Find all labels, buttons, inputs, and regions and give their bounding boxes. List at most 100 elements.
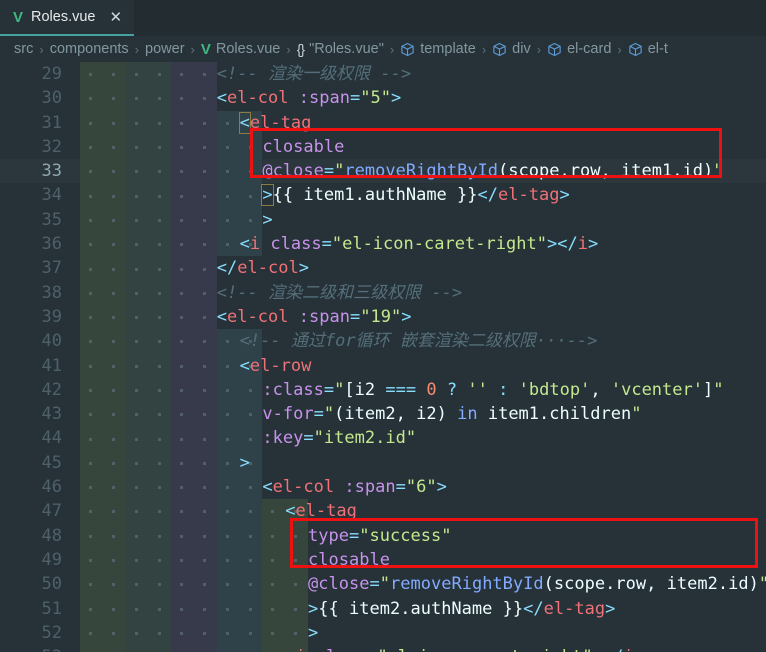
indent-guides xyxy=(80,645,308,652)
code-token: <!-- 通过for循环 嵌套渲染二级权限···--> xyxy=(239,331,598,352)
code-line[interactable]: 45 > xyxy=(0,450,766,476)
line-number: 53 xyxy=(0,645,76,652)
code-token: " xyxy=(631,404,642,425)
breadcrumb-item-power[interactable]: power xyxy=(145,41,185,57)
code-line[interactable]: 43 v-for="(item2, i2) in item1.children" xyxy=(0,402,766,427)
indent-guide-band xyxy=(216,475,263,500)
line-number: 44 xyxy=(41,428,62,449)
code-token: closable xyxy=(262,136,345,157)
indent-guide-band xyxy=(80,547,126,573)
breadcrumb-item-elt[interactable]: el-t xyxy=(628,41,668,57)
code-line[interactable]: 49 closable xyxy=(0,547,766,573)
code-line[interactable]: 51 >{{ item2.authName }}</el-tag> xyxy=(0,596,766,621)
indent-guides xyxy=(80,232,263,257)
code-line[interactable]: 38 <!-- 渲染二级和三级权限 --> xyxy=(0,280,766,305)
indent-guide-band xyxy=(125,62,172,87)
code-token: < xyxy=(285,647,295,652)
code-line[interactable]: 53 <i class="el-icon-caret-right"></i> xyxy=(0,645,766,652)
code-line[interactable]: 31 <el-tag xyxy=(0,110,766,135)
indent-guide-band xyxy=(125,159,172,184)
code-line-content: <el-col :span="19"> xyxy=(217,305,412,329)
indent-guide-band xyxy=(80,280,126,305)
indent-guide-band xyxy=(80,232,126,257)
indent-guides xyxy=(80,304,217,330)
indent-guide-band xyxy=(216,426,263,451)
code-line[interactable]: 32 closable xyxy=(0,134,766,160)
code-line[interactable]: 30 <el-col :span="5"> xyxy=(0,86,766,111)
indent-guides xyxy=(80,86,217,111)
code-token: = xyxy=(395,477,406,498)
code-line[interactable]: 47 <el-tag xyxy=(0,499,766,524)
breadcrumb-item-rolesvue[interactable]: V Roles.vue xyxy=(201,41,281,58)
indent-guide-band xyxy=(80,523,126,548)
code-line[interactable]: 40 <!-- 通过for循环 嵌套渲染二级权限···--> xyxy=(0,329,766,354)
code-line-content: > xyxy=(308,621,318,645)
line-number: 46 xyxy=(41,477,62,498)
code-token: < xyxy=(238,111,251,134)
code-line[interactable]: 39 <el-col :span="19"> xyxy=(0,304,766,330)
line-number: 31 xyxy=(41,112,62,133)
breadcrumb-item-rolesvue[interactable]: {} "Roles.vue" xyxy=(297,41,384,57)
code-line[interactable]: 34 >{{ item1.authName }}</el-tag> xyxy=(0,183,766,208)
code-line[interactable]: 48 type="success" xyxy=(0,523,766,548)
code-token: > xyxy=(308,622,319,643)
code-line-content: closable xyxy=(308,548,390,572)
code-line[interactable]: 46 <el-col :span="6"> xyxy=(0,475,766,500)
close-icon[interactable]: ✕ xyxy=(110,10,123,25)
line-number: 50 xyxy=(41,574,62,595)
breadcrumb-item-components[interactable]: components xyxy=(50,41,129,57)
code-editor[interactable]: 29 <!-- 渲染一级权限 --> 30 <el-col :span="5"> 31 <… xyxy=(0,62,766,652)
code-line-content: <i class="el-icon-caret-right"></i> xyxy=(285,645,644,652)
code-line[interactable]: 41 <el-row xyxy=(0,353,766,378)
code-line[interactable]: 36 <i class="el-icon-caret-right"></i> xyxy=(0,232,766,257)
code-line[interactable]: 50 @close="removeRightById(scope.row, ite… xyxy=(0,572,766,597)
indent-guide-band xyxy=(80,134,126,160)
code-line[interactable]: 37 </el-col> xyxy=(0,256,766,281)
code-token: :class xyxy=(262,379,324,400)
code-line[interactable]: 35 > xyxy=(0,207,766,233)
code-line-content: <el-col :span="6"> xyxy=(262,475,446,499)
indent-guide-band xyxy=(125,232,172,257)
code-token: @close xyxy=(262,161,324,182)
code-token: el-col xyxy=(272,477,335,498)
code-token: " xyxy=(334,379,345,400)
code-token: === xyxy=(385,379,417,400)
breadcrumb-item-label: Roles.vue xyxy=(215,41,281,57)
indent-guide-band xyxy=(125,256,172,281)
indent-guide-band xyxy=(216,499,263,524)
indent-guide-band xyxy=(216,547,263,573)
code-line[interactable]: 42:class="[i2 === 0 ? '' : 'bdtop', 'vce… xyxy=(0,377,766,403)
code-line[interactable]: 44:key="item2.id" xyxy=(0,426,766,451)
code-line[interactable]: 33 @close="removeRightById(scope.row, ite… xyxy=(0,159,766,184)
breadcrumb-item-template[interactable]: template xyxy=(400,41,476,57)
breadcrumb-item-elcard[interactable]: el-card xyxy=(547,41,611,57)
breadcrumb-item-src[interactable]: src xyxy=(14,41,33,57)
code-token: el-col xyxy=(227,306,289,327)
indent-guide-band xyxy=(216,596,263,621)
code-line-content: >{{ item2.authName }}</el-tag> xyxy=(308,597,615,621)
code-token: = xyxy=(313,404,324,425)
code-line[interactable]: 29 <!-- 渲染一级权限 --> xyxy=(0,62,766,87)
code-token: el-col xyxy=(227,88,289,109)
tab-roles-vue[interactable]: V Roles.vue ✕ xyxy=(0,0,135,36)
indent-guide-band xyxy=(125,134,172,160)
code-token: = xyxy=(350,306,361,327)
code-token: closable xyxy=(308,549,390,570)
line-number: 29 xyxy=(41,64,62,84)
code-line-content: <el-tag xyxy=(285,499,357,523)
breadcrumb-item-div[interactable]: div xyxy=(492,41,531,57)
code-line-content: <!-- 渲染二级和三级权限 --> xyxy=(217,281,462,305)
indent-guides xyxy=(80,377,263,403)
tab-bar-empty-space xyxy=(134,0,766,36)
code-token: i xyxy=(249,234,261,255)
code-token: 0 xyxy=(426,379,437,400)
indent-guide-band xyxy=(171,159,217,184)
vue-icon: V xyxy=(200,40,211,58)
breadcrumb-separator: › xyxy=(134,41,140,57)
code-line-content: > xyxy=(262,208,272,232)
cube-icon xyxy=(493,42,506,56)
code-line[interactable]: 52 > xyxy=(0,620,766,646)
code-line-content: <i class="el-icon-caret-right"></i> xyxy=(240,232,599,256)
